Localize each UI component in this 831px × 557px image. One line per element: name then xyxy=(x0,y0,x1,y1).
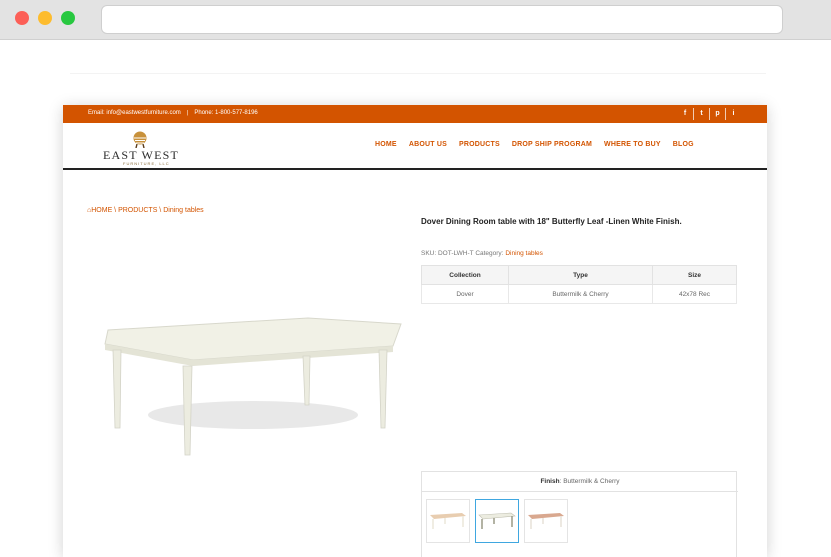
facebook-icon[interactable]: f xyxy=(677,108,693,120)
breadcrumb-products[interactable]: PRODUCTS xyxy=(118,207,157,214)
finish-label-key: Finish xyxy=(540,478,560,485)
nav-products[interactable]: PRODUCTS xyxy=(459,141,500,148)
finish-value: Buttermilk & Cherry xyxy=(563,478,620,485)
table-cell: Dover xyxy=(421,284,509,304)
table-thumbnail-icon xyxy=(478,512,516,529)
browser-chrome xyxy=(0,0,831,40)
table-thumbnail-icon xyxy=(430,513,466,529)
finish-swatch-selected[interactable] xyxy=(475,499,519,543)
column-header: Type xyxy=(508,265,653,285)
site-logo[interactable]: EAST WEST FURNITURE, LLC xyxy=(95,131,187,166)
phone-link[interactable]: Phone: 1-800-577-8196 xyxy=(194,110,257,116)
nav-blog[interactable]: BLOG xyxy=(673,141,694,148)
contact-info: Email: info@eastwestfurniture.com | Phon… xyxy=(88,110,258,116)
category-label: Category: xyxy=(475,250,504,257)
product-image[interactable] xyxy=(93,310,413,470)
close-window-button[interactable] xyxy=(15,11,29,25)
sku-value: DOT-LWH-T xyxy=(437,250,474,257)
minimize-window-button[interactable] xyxy=(38,11,52,25)
website-frame: Email: info@eastwestfurniture.com | Phon… xyxy=(63,105,767,557)
column-header: Collection xyxy=(421,265,509,285)
pinterest-icon[interactable]: p xyxy=(709,108,725,120)
column-header: Size xyxy=(652,265,737,285)
table-thumbnail-icon xyxy=(528,513,564,529)
table-row: Dover Buttermilk & Cherry 42x78 Rec xyxy=(421,284,737,304)
nav-home[interactable]: HOME xyxy=(375,141,397,148)
spec-table: Collection Type Size Dover Buttermilk & … xyxy=(421,265,737,304)
nav-where-to-buy[interactable]: WHERE TO BUY xyxy=(604,141,661,148)
breadcrumb-home[interactable]: HOME xyxy=(91,207,112,214)
social-links: f t p i xyxy=(677,108,741,120)
nav-about-us[interactable]: ABOUT US xyxy=(409,141,447,148)
contact-separator: | xyxy=(186,110,189,116)
top-bar: Email: info@eastwestfurniture.com | Phon… xyxy=(63,105,767,123)
breadcrumb: ⌂HOME \ PRODUCTS \ Dining tables xyxy=(87,207,204,214)
product-title: Dover Dining Room table with 18" Butterf… xyxy=(421,217,682,226)
address-bar[interactable] xyxy=(101,5,783,34)
breadcrumb-category[interactable]: Dining tables xyxy=(163,207,203,214)
finish-swatch[interactable] xyxy=(524,499,568,543)
sku-label: SKU: xyxy=(421,250,437,257)
email-link[interactable]: Email: info@eastwestfurniture.com xyxy=(88,110,181,116)
finish-label: Finish: Buttermilk & Cherry xyxy=(422,472,738,492)
divider xyxy=(70,73,766,74)
site-header: EAST WEST FURNITURE, LLC HOME ABOUT US P… xyxy=(63,123,767,170)
main-navigation: HOME ABOUT US PRODUCTS DROP SHIP PROGRAM… xyxy=(375,141,694,148)
logo-mark-icon xyxy=(133,131,147,148)
category-link[interactable]: Dining tables xyxy=(505,250,543,257)
twitter-icon[interactable]: t xyxy=(693,108,709,120)
table-cell: 42x78 Rec xyxy=(652,284,737,304)
logo-subtitle: FURNITURE, LLC xyxy=(123,161,170,166)
nav-drop-ship-program[interactable]: DROP SHIP PROGRAM xyxy=(512,141,592,148)
finish-swatch[interactable] xyxy=(426,499,470,543)
table-header-row: Collection Type Size xyxy=(421,265,737,285)
product-meta: SKU: DOT-LWH-T Category: Dining tables xyxy=(421,250,543,257)
finish-selector: Finish: Buttermilk & Cherry xyxy=(421,471,738,557)
instagram-icon[interactable]: i xyxy=(725,108,741,120)
table-cell: Buttermilk & Cherry xyxy=(508,284,653,304)
maximize-window-button[interactable] xyxy=(61,11,75,25)
